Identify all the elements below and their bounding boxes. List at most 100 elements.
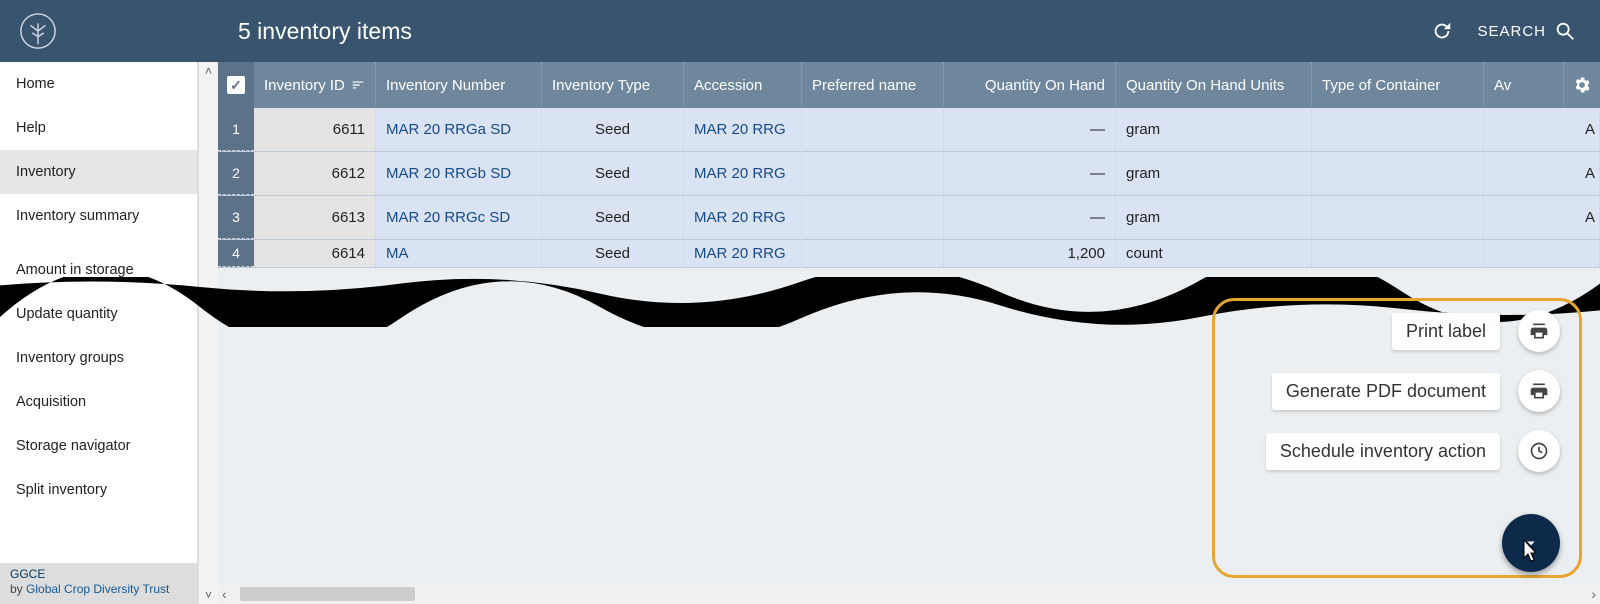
- cell-container: [1312, 108, 1484, 151]
- cell-name: [802, 152, 944, 195]
- col-container-type[interactable]: Type of Container: [1312, 62, 1484, 108]
- cell-name: [802, 108, 944, 151]
- search-label: SEARCH: [1477, 23, 1546, 40]
- cell-inventory-number[interactable]: MAR 20 RRGc SD: [376, 196, 542, 239]
- cell-type: Seed: [542, 152, 684, 195]
- cell-inventory-number[interactable]: MAR 20 RRGa SD: [376, 108, 542, 151]
- cell-units: count: [1116, 240, 1312, 267]
- footer-org-link[interactable]: Global Crop Diversity Trust: [26, 582, 169, 596]
- select-all-checkbox[interactable]: ✓: [218, 62, 254, 108]
- sidebar-footer: GGCE by Global Crop Diversity Trust: [0, 563, 197, 604]
- chevron-down-icon: [1522, 534, 1540, 552]
- row-number: 2: [218, 152, 254, 195]
- col-quantity-on-hand[interactable]: Quantity On Hand: [944, 62, 1116, 108]
- sidebar-scrollbar[interactable]: ˄ ˅: [198, 62, 218, 604]
- sort-icon: [351, 78, 365, 92]
- table-body: 1 6611 MAR 20 RRGa SD Seed MAR 20 RRG — …: [218, 108, 1600, 268]
- chevron-left-icon[interactable]: ‹: [222, 586, 227, 602]
- sidebar-item-inventory-groups[interactable]: Inventory groups: [0, 336, 197, 380]
- search-button[interactable]: SEARCH: [1477, 20, 1576, 42]
- sidebar: Home Help Inventory Inventory summary Am…: [0, 62, 198, 604]
- app-name: GGCE: [10, 567, 45, 581]
- scrollbar-thumb[interactable]: [240, 587, 415, 601]
- sidebar-item-home[interactable]: Home: [0, 62, 197, 106]
- cell-inventory-number[interactable]: MA: [376, 240, 542, 267]
- col-inventory-id[interactable]: Inventory ID: [254, 62, 376, 108]
- cell-type: Seed: [542, 196, 684, 239]
- cell-av: A: [1484, 196, 1600, 239]
- gear-icon: [1572, 75, 1592, 95]
- cell-id: 6613: [254, 196, 376, 239]
- sidebar-item-split-inventory[interactable]: Split inventory: [0, 468, 197, 512]
- col-quantity-units[interactable]: Quantity On Hand Units: [1116, 62, 1312, 108]
- table-settings-button[interactable]: [1564, 62, 1600, 108]
- print-icon: [1518, 310, 1560, 352]
- cell-qty: —: [944, 196, 1116, 239]
- col-av[interactable]: Av: [1484, 62, 1564, 108]
- table-row[interactable]: 1 6611 MAR 20 RRGa SD Seed MAR 20 RRG — …: [218, 108, 1600, 152]
- sidebar-item-help[interactable]: Help: [0, 106, 197, 150]
- sidebar-item-storage-navigator[interactable]: Storage navigator: [0, 424, 197, 468]
- fab-generate-pdf[interactable]: Generate PDF document: [1272, 370, 1560, 412]
- cell-accession[interactable]: MAR 20 RRG: [684, 240, 802, 267]
- cell-units: gram: [1116, 152, 1312, 195]
- checkmark-icon: ✓: [227, 76, 245, 94]
- sidebar-item-update-quantity[interactable]: Update quantity: [0, 292, 197, 336]
- chevron-up-icon[interactable]: ˄: [199, 62, 218, 80]
- sidebar-item-amount-in-storage[interactable]: Amount in storage: [0, 248, 197, 292]
- cell-id: 6612: [254, 152, 376, 195]
- cell-av: A: [1484, 152, 1600, 195]
- cell-inventory-number[interactable]: MAR 20 RRGb SD: [376, 152, 542, 195]
- app-header: 5 inventory items SEARCH: [0, 0, 1600, 62]
- cell-type: Seed: [542, 108, 684, 151]
- fab-main-button[interactable]: [1502, 514, 1560, 572]
- cell-qty: 1,200: [944, 240, 1116, 267]
- cell-name: [802, 240, 944, 267]
- row-number: 1: [218, 108, 254, 151]
- app-logo: [8, 1, 68, 61]
- search-icon: [1554, 20, 1576, 42]
- cell-av: A: [1484, 108, 1600, 151]
- chevron-down-icon[interactable]: ˅: [199, 586, 218, 604]
- table-row[interactable]: 4 6614 MA Seed MAR 20 RRG 1,200 count: [218, 240, 1600, 268]
- cell-accession[interactable]: MAR 20 RRG: [684, 152, 802, 195]
- col-inventory-number[interactable]: Inventory Number: [376, 62, 542, 108]
- table-row[interactable]: 2 6612 MAR 20 RRGb SD Seed MAR 20 RRG — …: [218, 152, 1600, 196]
- cell-units: gram: [1116, 108, 1312, 151]
- cell-qty: —: [944, 152, 1116, 195]
- cell-accession[interactable]: MAR 20 RRG: [684, 108, 802, 151]
- tree-icon: [19, 12, 57, 50]
- cell-qty: —: [944, 108, 1116, 151]
- table-header: ✓ Inventory ID Inventory Number Inventor…: [218, 62, 1600, 108]
- refresh-icon: [1431, 20, 1453, 42]
- cell-accession[interactable]: MAR 20 RRG: [684, 196, 802, 239]
- sidebar-item-inventory-summary[interactable]: Inventory summary: [0, 194, 197, 238]
- print-icon: [1518, 370, 1560, 412]
- chevron-right-icon[interactable]: ›: [1591, 586, 1596, 602]
- cell-container: [1312, 152, 1484, 195]
- content-area: ✓ Inventory ID Inventory Number Inventor…: [218, 62, 1600, 604]
- fab-label: Schedule inventory action: [1266, 433, 1500, 470]
- sidebar-item-inventory[interactable]: Inventory: [0, 150, 197, 194]
- footer-by: by: [10, 582, 26, 596]
- refresh-button[interactable]: [1431, 20, 1453, 42]
- fab-label: Print label: [1392, 313, 1500, 350]
- cell-container: [1312, 196, 1484, 239]
- cell-av: [1484, 240, 1600, 267]
- col-inventory-type[interactable]: Inventory Type: [542, 62, 684, 108]
- row-number: 4: [218, 240, 254, 267]
- fab-schedule-action[interactable]: Schedule inventory action: [1266, 430, 1560, 472]
- col-accession[interactable]: Accession: [684, 62, 802, 108]
- fab-print-label[interactable]: Print label: [1392, 310, 1560, 352]
- sidebar-item-acquisition[interactable]: Acquisition: [0, 380, 197, 424]
- cell-units: gram: [1116, 196, 1312, 239]
- fab-label: Generate PDF document: [1272, 373, 1500, 410]
- page-title: 5 inventory items: [238, 18, 412, 45]
- table-row[interactable]: 3 6613 MAR 20 RRGc SD Seed MAR 20 RRG — …: [218, 196, 1600, 240]
- horizontal-scrollbar[interactable]: ‹ ›: [218, 584, 1600, 604]
- cell-name: [802, 196, 944, 239]
- clock-icon: [1518, 430, 1560, 472]
- col-preferred-name[interactable]: Preferred name: [802, 62, 944, 108]
- row-number: 3: [218, 196, 254, 239]
- cell-container: [1312, 240, 1484, 267]
